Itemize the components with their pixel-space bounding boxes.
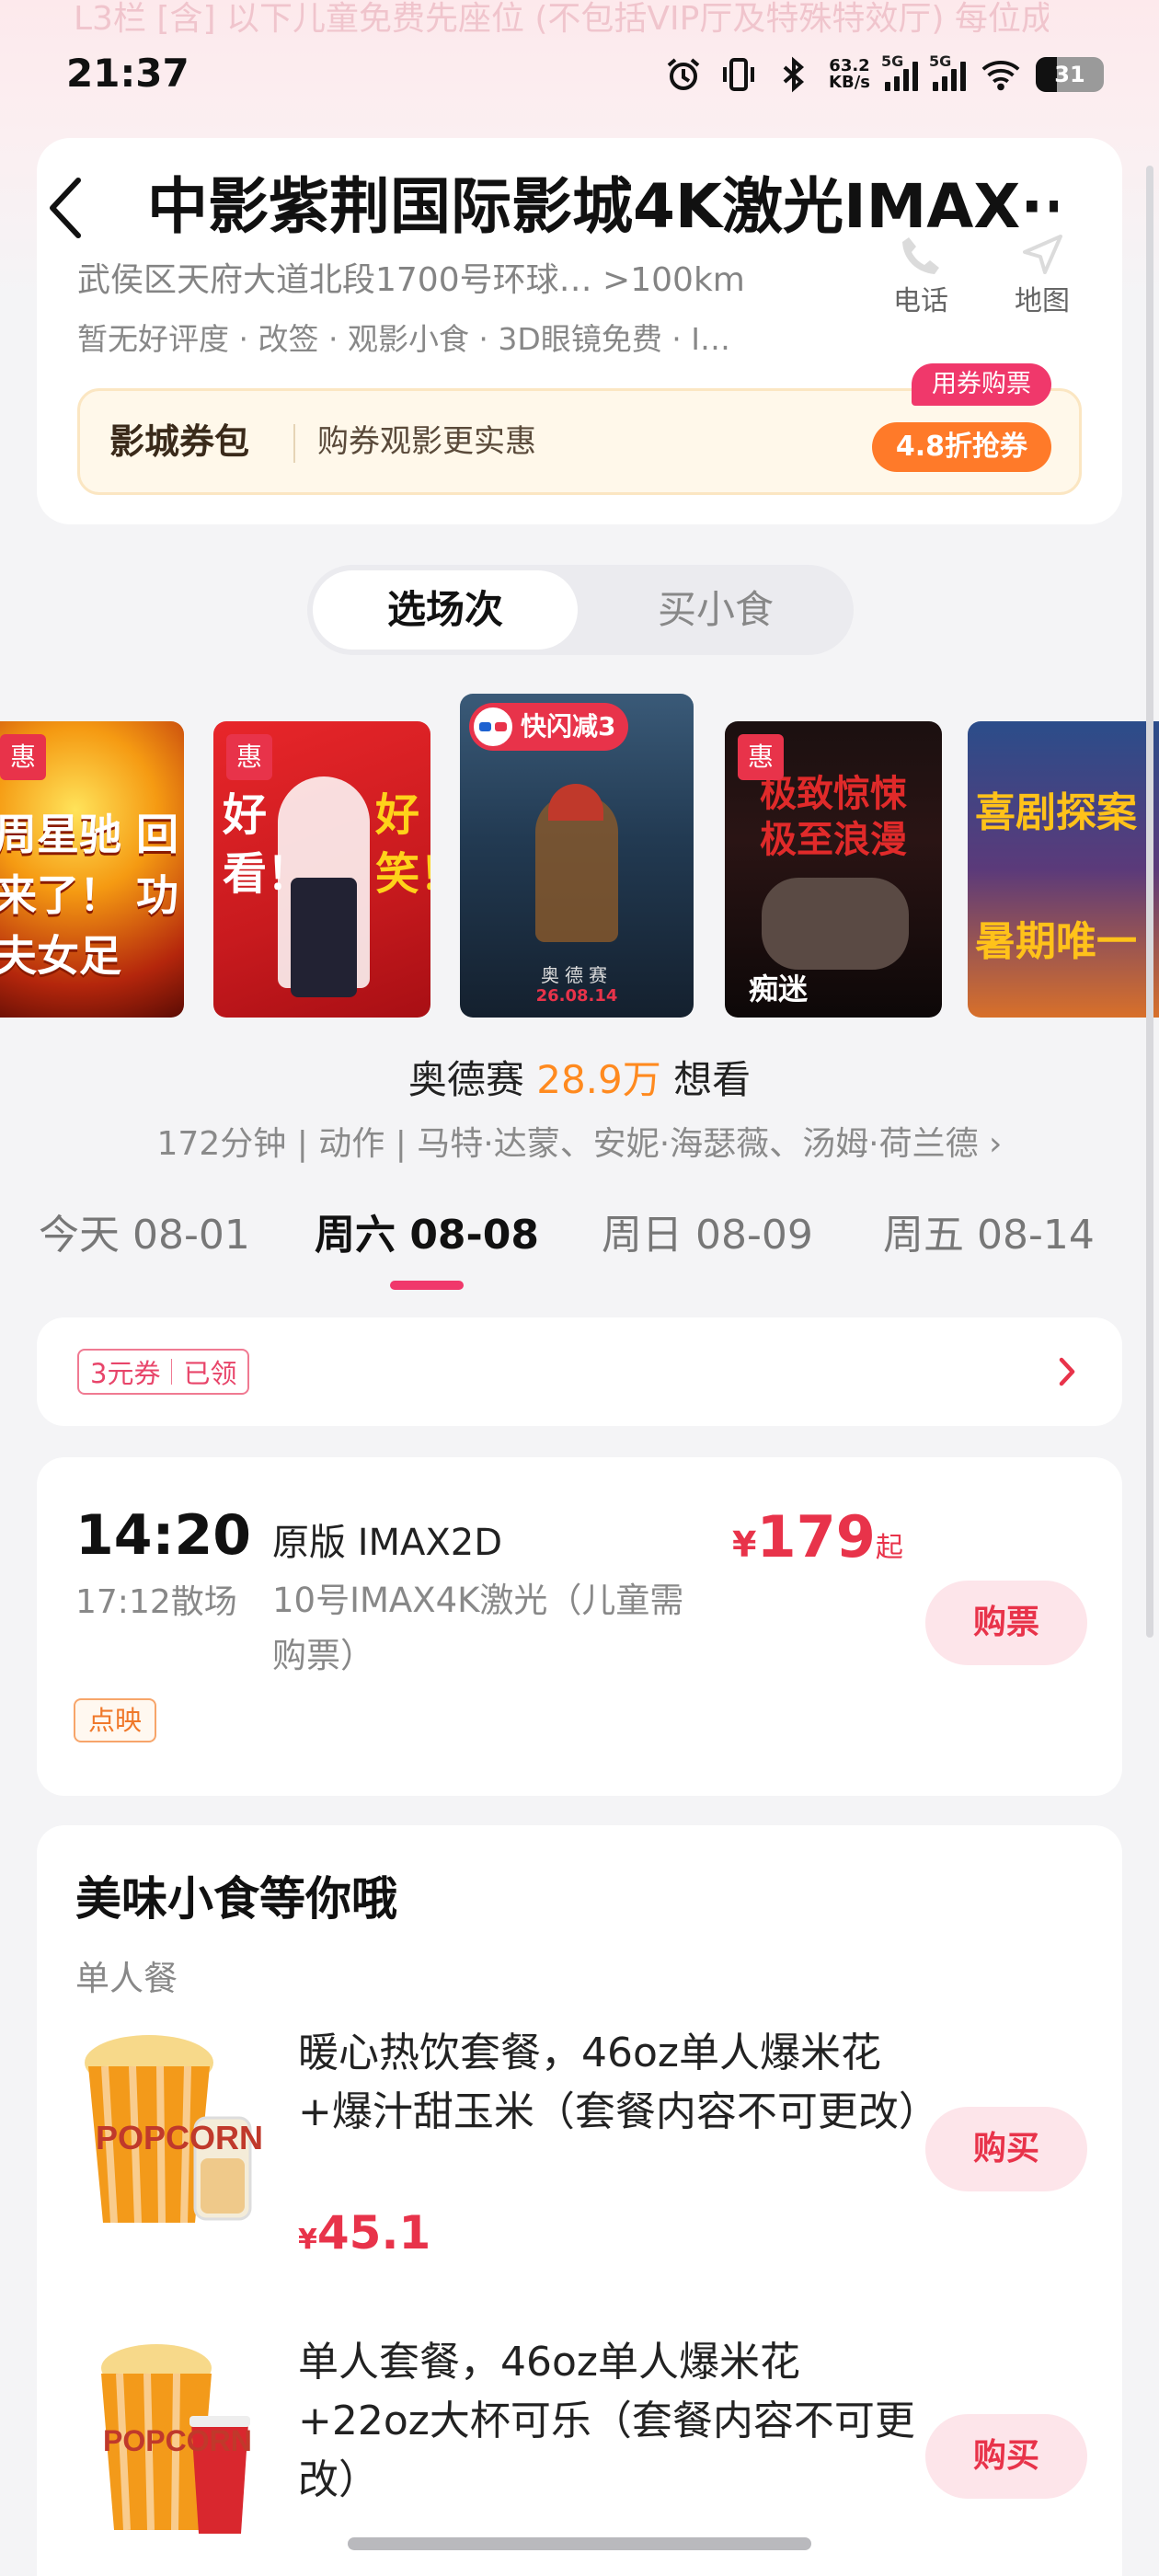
date-tab[interactable]: 周日 08-09 [602, 1202, 813, 1260]
date-tab-selected[interactable]: 周六 08-08 [315, 1202, 539, 1260]
coupon-pack-desc: 购券观影更实惠 [317, 423, 536, 460]
chevron-right-icon[interactable] [1049, 1351, 1085, 1393]
hall-name: 10号IMAX4K激光（儿童需购票） [272, 1581, 684, 1675]
cinema-address[interactable]: 武侯区天府大道北段1700号环球… >100km [77, 258, 850, 304]
coupon-pack-bar[interactable]: 影城券包 购券观影更实惠 4.8折抢券 用券购票 [77, 363, 1082, 495]
discount-badge: 惠 [738, 734, 784, 780]
tab-select-showtime[interactable]: 选场次 [313, 570, 578, 650]
phone-label: 电话 [893, 285, 948, 317]
coupon-flag-badge: 用券购票 [912, 363, 1051, 406]
movie-poster-selected[interactable]: 快闪减3 奥德赛 26.08.14 [460, 694, 694, 1018]
buy-snack-button[interactable]: 购买 [925, 2414, 1087, 2499]
poster-title: 好看！ [223, 789, 312, 900]
wifi-icon [981, 54, 1021, 95]
price-value: 45.1 [316, 2206, 431, 2260]
movie-poster[interactable]: 喜剧探案 暑期唯一 [968, 721, 1159, 1018]
movie-title-line: 奥德赛 28.9万 想看 [0, 1049, 1159, 1105]
mode-switch: 选场次 买小食 [307, 565, 854, 655]
signal-label: 5G [881, 52, 904, 70]
discount-badge: 惠 [0, 734, 46, 780]
vibrate-icon [718, 54, 759, 95]
coupon-amount: 3元券 [90, 1358, 161, 1389]
snacks-section: 美味小食等你哦 单人餐 POPCORN 暖心热饮套餐，46oz单人爆米花+爆汁甜… [37, 1825, 1122, 2576]
snack-image[interactable]: POPCORN [92, 2340, 276, 2543]
poster-title: 好笑！ [375, 789, 430, 900]
coupon-status: 已领 [183, 1358, 237, 1389]
navigation-icon [992, 204, 1093, 278]
bluetooth-icon [774, 54, 814, 95]
coupon-pack-title: 影城券包 [109, 421, 250, 462]
coupon-strip[interactable]: 3元券 已领 [37, 1317, 1122, 1426]
status-bar: 21:37 63.2 KB/s 5G 5G 31 [0, 37, 1159, 110]
snack-name[interactable]: 单人套餐，46oz单人爆米花+22oz大杯可乐（套餐内容不可更改） [298, 2333, 924, 2510]
map-label: 地图 [1015, 285, 1070, 317]
poster-date: 26.08.14 [535, 986, 618, 1006]
snack-image[interactable]: POPCORN [77, 2030, 263, 2232]
buy-ticket-button[interactable]: 购票 [925, 1581, 1087, 1665]
battery-icon: 31 [1036, 57, 1104, 92]
signal-label: 5G [929, 52, 952, 70]
currency-symbol: ¥ [298, 2224, 317, 2256]
alarm-icon [663, 54, 704, 95]
start-time: 14:20 [75, 1503, 251, 1568]
ticket-price: ¥179起 [732, 1503, 903, 1570]
status-icons: 63.2 KB/s 5G 5G 31 [663, 52, 1104, 96]
coupon-grab-button[interactable]: 4.8折抢券 [871, 422, 1051, 472]
movie-poster[interactable]: 惠 周星驰 回来了！ 功夫女足 [0, 721, 184, 1018]
back-button[interactable] [40, 171, 90, 245]
price-suffix: 起 [875, 1532, 903, 1564]
poster-title: 极致惊悚 极至浪漫 [760, 773, 907, 861]
poster-caption: 奥德赛 [541, 964, 613, 986]
discount-badge: 惠 [226, 734, 272, 780]
movie-poster[interactable]: 惠 好看！ 好笑！ [213, 721, 430, 1018]
battery-level: 31 [1054, 62, 1085, 87]
map-button[interactable]: 地图 [992, 204, 1093, 318]
home-indicator[interactable] [348, 2537, 811, 2550]
buy-snack-button[interactable]: 购买 [925, 2107, 1087, 2191]
cinema-tags[interactable]: 暂无好评度 · 改签 · 观影小食 · 3D眼镜免费 · I… [77, 316, 850, 362]
signal-icon: 5G [881, 52, 918, 91]
end-time: 17:12散场 [75, 1583, 237, 1621]
snacks-title: 美味小食等你哦 [75, 1872, 397, 1926]
snack-name[interactable]: 暖心热饮套餐，46oz单人爆米花+爆汁甜玉米（套餐内容不可更改） [298, 2024, 939, 2142]
signal-icon: 5G [929, 52, 966, 91]
phone-button[interactable]: 电话 [870, 204, 971, 318]
coupon-chip: 3元券 已领 [77, 1349, 250, 1395]
chevron-left-icon [50, 178, 81, 238]
date-tab-indicator [390, 1281, 464, 1290]
price-value: 179 [756, 1503, 876, 1570]
currency-symbol: ¥ [732, 1524, 757, 1565]
poster-figure [548, 784, 603, 821]
poster-title: 周星驰 回来了！ 功夫女足 [0, 810, 179, 981]
want-count: 28.9万 [536, 1057, 661, 1102]
want-label: 想看 [673, 1057, 752, 1102]
poster-figure [291, 878, 357, 997]
phone-icon [870, 204, 971, 278]
date-tab[interactable]: 周五 08-14 [883, 1202, 1095, 1260]
scrollbar[interactable] [1146, 166, 1153, 1638]
poster-subtitle: 痴迷 [749, 972, 809, 1006]
movie-poster[interactable]: 惠 极致惊悚 极至浪漫 痴迷 [725, 721, 942, 1018]
snack-price: ¥45.1 [298, 2206, 430, 2260]
movie-name: 奥德赛 [407, 1057, 524, 1102]
poster-title: 喜剧探案 暑期唯一 [975, 789, 1137, 965]
net-speed-unit: KB/s [829, 73, 870, 92]
preview-tag: 点映 [74, 1698, 157, 1742]
snacks-category: 单人餐 [75, 1959, 178, 1998]
date-tab-today[interactable]: 今天 08-01 [39, 1202, 250, 1260]
3d-glasses-icon [471, 705, 515, 749]
popcorn-label: POPCORN [103, 2424, 252, 2457]
status-time: 21:37 [66, 51, 189, 96]
popcorn-label: POPCORN [96, 2119, 261, 2156]
net-speed: 63.2 KB/s [829, 58, 870, 91]
film-version: 原版 IMAX2D [272, 1522, 503, 1564]
divider [293, 424, 295, 463]
tab-buy-snacks[interactable]: 买小食 [583, 570, 848, 650]
showtime-card[interactable]: 14:20 17:12散场 原版 IMAX2D 10号IMAX4K激光（儿童需购… [37, 1457, 1122, 1796]
poster-figure [762, 878, 909, 970]
movie-meta[interactable]: 172分钟 | 动作 | 马特·达蒙、安妮·海瑟薇、汤姆·荷兰德 › [0, 1117, 1159, 1165]
